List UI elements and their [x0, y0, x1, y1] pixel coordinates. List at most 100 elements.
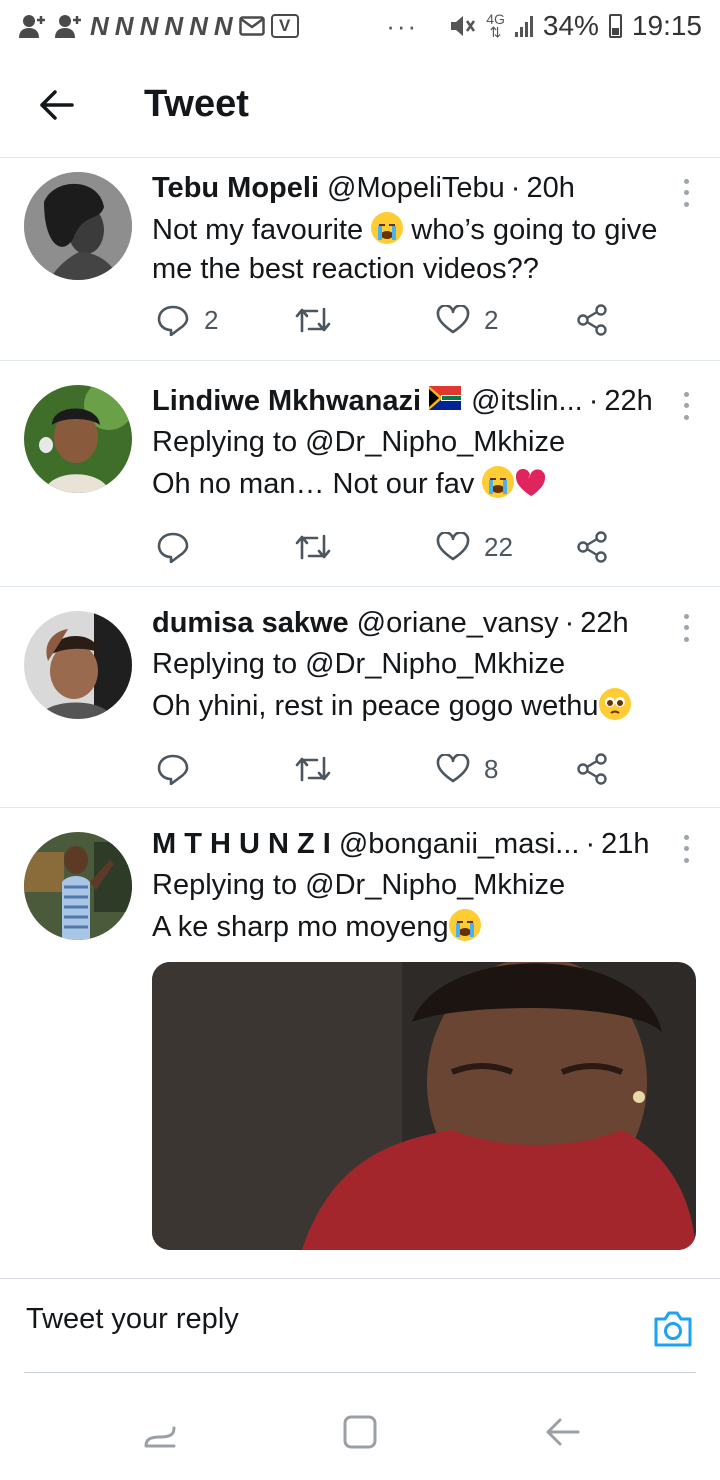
like-icon [436, 532, 470, 561]
tweet-media-image[interactable] [152, 962, 696, 1250]
replying-to: Replying to @Dr_Nipho_Mkhize [152, 648, 690, 681]
like-button[interactable]: 8 [436, 754, 498, 785]
broken-heart-icon [516, 468, 546, 497]
tweet[interactable]: dumisa sakwe @oriane_vansy · 22h Replyin… [0, 587, 720, 808]
tweet-text-part: Not my favourite [152, 214, 364, 246]
reply-button[interactable]: 2 [156, 304, 218, 336]
reply-button[interactable] [156, 531, 190, 563]
retweet-icon [295, 534, 331, 560]
more-icon[interactable] [676, 389, 696, 423]
reply-button[interactable] [156, 753, 190, 785]
avatar[interactable] [24, 385, 132, 493]
tweet-text-part: A ke sharp mo moyeng [152, 911, 449, 943]
battery-icon [608, 14, 622, 38]
tweet-actions: 22 [152, 527, 660, 567]
reply-feed: Tebu Mopeli @MopeliTebu · 20h Not my fav… [0, 158, 720, 1278]
mail-icon [238, 16, 265, 36]
battery-level: 34% [542, 10, 599, 41]
retweet-button[interactable] [294, 532, 332, 562]
south-africa-flag-icon [429, 385, 462, 410]
reply-count: 2 [204, 304, 219, 335]
tweet-text-part: Oh no man… Not our fav [152, 468, 475, 500]
tweet[interactable]: Lindiwe Mkhwanazi @itslin... · 22h Reply… [0, 361, 720, 587]
like-button[interactable]: 2 [436, 305, 498, 336]
display-name[interactable]: M T H U N Z I [152, 828, 331, 861]
share-button[interactable] [576, 304, 608, 336]
reply-icon [157, 532, 189, 563]
tweet-text: A ke sharp mo moyeng [152, 908, 690, 947]
tweet-text-part: Oh yhini, rest in peace gogo wethu [152, 690, 599, 722]
replying-to-label: Replying to [152, 869, 306, 901]
share-icon [577, 531, 607, 563]
share-icon [577, 753, 607, 785]
notification-n-icon: N [139, 10, 159, 41]
network-type: 4G ⇅ [486, 11, 505, 40]
like-count: 2 [484, 304, 499, 335]
reply-input[interactable]: Tweet your reply [26, 1303, 239, 1336]
tweet-actions: 8 [152, 749, 660, 789]
tweet[interactable]: M T H U N Z I @bonganii_masi... · 21h Re… [0, 808, 720, 1278]
handle[interactable]: @bonganii_masi... [339, 828, 580, 861]
separator: · [585, 828, 596, 860]
separator: · [510, 172, 521, 204]
avatar[interactable] [24, 172, 132, 280]
home-button[interactable] [340, 1412, 380, 1452]
separator: · [564, 607, 575, 639]
like-button[interactable]: 22 [436, 532, 513, 563]
tweet[interactable]: Tebu Mopeli @MopeliTebu · 20h Not my fav… [0, 158, 720, 361]
handle[interactable]: @itslin... [471, 385, 583, 418]
replying-to-handle[interactable]: @Dr_Nipho_Mkhize [305, 869, 565, 901]
notification-n-icon: N [189, 10, 208, 41]
avatar[interactable] [24, 832, 132, 940]
more-icon[interactable] [676, 611, 696, 645]
camera-button[interactable] [652, 1309, 694, 1349]
like-count: 8 [484, 753, 499, 784]
notification-n-icon: N [114, 10, 134, 41]
handle[interactable]: @oriane_vansy [357, 607, 559, 640]
display-name[interactable]: dumisa sakwe [152, 607, 349, 640]
page-title: Tweet [144, 83, 249, 125]
timestamp: 21h [601, 828, 650, 860]
crying-emoji-icon [371, 212, 404, 244]
back-nav-icon [546, 1418, 580, 1446]
more-icon[interactable] [676, 832, 696, 866]
tweet-text: Oh no man… Not our fav [152, 465, 690, 504]
recents-button[interactable] [140, 1412, 180, 1452]
handle[interactable]: @MopeliTebu [327, 172, 505, 205]
share-button[interactable] [576, 531, 608, 563]
back-arrow-icon [40, 89, 74, 120]
display-name[interactable]: Lindiwe Mkhwanazi [152, 385, 421, 418]
notification-n-icon: N [90, 10, 109, 41]
notification-icons: N N N N N N V [18, 11, 299, 42]
replying-to: Replying to @Dr_Nipho_Mkhize [152, 869, 690, 902]
notification-n-icon: N [213, 10, 233, 41]
back-button[interactable] [26, 75, 86, 135]
signal-icon [514, 15, 533, 37]
replying-to-handle[interactable]: @Dr_Nipho_Mkhize [305, 648, 565, 680]
tweet-text: Not my favourite who’s going to give me … [152, 211, 690, 289]
share-button[interactable] [576, 753, 608, 785]
pleading-emoji-icon [598, 688, 631, 720]
more-icon[interactable] [676, 176, 696, 210]
like-count: 22 [484, 531, 513, 562]
reply-icon [157, 754, 189, 785]
retweet-icon [295, 307, 331, 333]
like-icon [436, 754, 470, 783]
tweet-header: Tebu Mopeli @MopeliTebu · 20h [152, 172, 690, 205]
timestamp: 20h [526, 172, 575, 204]
crying-emoji-icon [448, 909, 481, 941]
timestamp: 22h [604, 385, 653, 417]
tweet-header: M T H U N Z I @bonganii_masi... · 21h [152, 828, 690, 861]
tweet-header: Lindiwe Mkhwanazi @itslin... · 22h [152, 385, 690, 418]
home-icon [343, 1415, 377, 1449]
crying-emoji-icon [482, 466, 515, 498]
recents-icon [144, 1426, 176, 1448]
replying-to-handle[interactable]: @Dr_Nipho_Mkhize [305, 426, 565, 458]
reply-icon [157, 305, 189, 336]
add-contact-icon [55, 15, 81, 38]
display-name[interactable]: Tebu Mopeli [152, 172, 319, 205]
retweet-button[interactable] [294, 305, 332, 335]
avatar[interactable] [24, 611, 132, 719]
back-nav-button[interactable] [542, 1412, 582, 1452]
retweet-button[interactable] [294, 754, 332, 784]
